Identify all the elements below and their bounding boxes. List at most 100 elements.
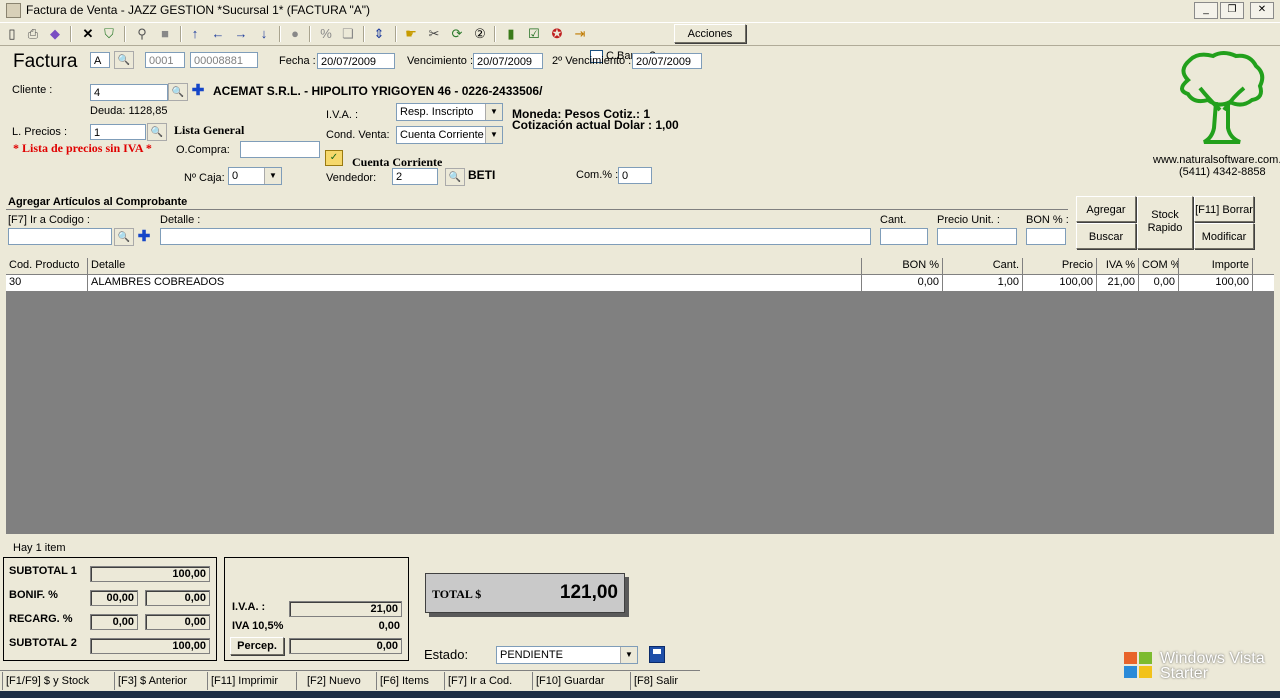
codigo-lookup-icon[interactable]: 🔍 <box>114 228 134 246</box>
lifebuoy-icon[interactable]: ✪ <box>549 26 565 42</box>
taskbar[interactable] <box>0 691 1280 698</box>
col-header-iva[interactable]: IVA % <box>1097 258 1139 274</box>
comision-field[interactable]: 0 <box>618 167 652 184</box>
buscar-button[interactable]: Buscar <box>1076 223 1136 249</box>
cliente-codigo-field[interactable]: 4 <box>90 84 168 101</box>
window-title: Factura de Venta - JAZZ GESTION *Sucursa… <box>26 3 370 17</box>
numero-field[interactable]: 00008881 <box>190 52 258 68</box>
checklist-icon[interactable]: ☑ <box>526 26 542 42</box>
estado-select[interactable]: PENDIENTE ▼ <box>496 646 638 664</box>
estado-label: Estado: <box>424 647 469 662</box>
cell-importe: 100,00 <box>1179 275 1253 291</box>
tipo-field[interactable]: A <box>90 52 110 68</box>
chevron-down-icon[interactable]: ▼ <box>620 647 637 663</box>
vencimiento-field[interactable]: 20/07/2009 <box>473 53 543 69</box>
cliente-label: Cliente : <box>12 84 53 96</box>
col-header-importe[interactable]: Importe <box>1179 258 1253 274</box>
borrar-button[interactable]: [F11] Borrar <box>1194 196 1254 222</box>
tools-icon[interactable]: ◆ <box>47 26 63 42</box>
vendedor-field[interactable]: 2 <box>392 168 438 185</box>
detalle-input[interactable] <box>160 228 871 245</box>
precio-input[interactable] <box>937 228 1017 245</box>
chevron-down-icon[interactable]: ▼ <box>485 127 502 143</box>
arrow-right-icon[interactable]: → <box>233 26 249 42</box>
copy-icon[interactable]: ❏ <box>340 26 356 42</box>
stock-rapido-button[interactable]: Stock Rapido <box>1137 196 1193 249</box>
bonif-pct-value[interactable]: 00,00 <box>90 590 138 606</box>
fkey-guardar[interactable]: [F10] Guardar <box>532 672 604 690</box>
col-header-cant[interactable]: Cant. <box>943 258 1023 274</box>
vendedor-lookup-icon[interactable]: 🔍 <box>445 168 465 186</box>
new-doc-icon[interactable]: ▯ <box>4 26 20 42</box>
arrow-up-icon[interactable]: ↑ <box>187 26 203 42</box>
agregar-button[interactable]: Agregar <box>1076 196 1136 222</box>
table-row[interactable]: 30 ALAMBRES COBREADOS 0,00 1,00 100,00 2… <box>6 275 1274 291</box>
separator <box>279 26 281 42</box>
divider <box>6 209 1068 210</box>
close-button[interactable]: ✕ <box>1250 2 1274 19</box>
bottle-icon[interactable]: ▮ <box>503 26 519 42</box>
search-icon[interactable]: ⚲ <box>134 26 150 42</box>
acciones-button[interactable]: Acciones <box>674 24 746 43</box>
tipo-lookup-icon[interactable]: 🔍 <box>114 51 134 69</box>
cond-venta-label: Cond. Venta: <box>326 129 390 141</box>
fkey-imprimir[interactable]: [F11] Imprimir <box>207 672 278 690</box>
save-icon[interactable] <box>649 646 665 663</box>
chevron-down-icon[interactable]: ▼ <box>485 104 502 120</box>
fkey-stock[interactable]: [F1/F9] $ y Stock <box>2 672 89 690</box>
minimize-button[interactable]: _ <box>1194 2 1218 19</box>
print-icon[interactable]: ⎙ <box>25 26 41 42</box>
percep-button[interactable]: Percep. <box>230 637 284 655</box>
iva-total-value: 21,00 <box>289 601 402 617</box>
col-header-bon[interactable]: BON % <box>862 258 943 274</box>
bon-input[interactable] <box>1026 228 1066 245</box>
subtotales-panel: SUBTOTAL 1 100,00 BONIF. % 00,00 0,00 RE… <box>3 557 217 661</box>
chevron-down-icon[interactable]: ▼ <box>264 168 281 184</box>
caja-value: 0 <box>232 170 239 182</box>
fkey-nuevo[interactable]: [F2] Nuevo <box>296 672 361 690</box>
expand-icon[interactable]: ⇕ <box>371 26 387 42</box>
lprecios-lookup-icon[interactable]: 🔍 <box>147 123 167 141</box>
fkey-salir[interactable]: [F8] Salir <box>630 672 678 690</box>
recarg-pct-value[interactable]: 0,00 <box>90 614 138 630</box>
folder-check-icon[interactable]: ✓ <box>325 150 343 166</box>
add-cliente-icon[interactable]: ✚ <box>191 83 205 98</box>
col-header-detalle[interactable]: Detalle <box>88 258 862 274</box>
codigo-input[interactable] <box>8 228 112 245</box>
delete-icon[interactable]: ✕ <box>80 26 96 42</box>
iva-select[interactable]: Resp. Inscripto ▼ <box>396 103 503 121</box>
col-header-com[interactable]: COM % <box>1139 258 1179 274</box>
ocompra-field[interactable] <box>240 141 320 158</box>
help-icon[interactable]: ② <box>472 26 488 42</box>
exit-door-icon[interactable]: ⇥ <box>572 26 588 42</box>
col-header-cod[interactable]: Cod. Producto <box>6 258 88 274</box>
add-articulo-icon[interactable]: ✚ <box>137 229 151 244</box>
shield-icon[interactable]: ⛉ <box>101 26 117 42</box>
maximize-button[interactable]: ❐ <box>1220 2 1244 19</box>
percent-icon[interactable]: % <box>318 26 334 42</box>
cell-iva: 21,00 <box>1097 275 1139 291</box>
fecha-field[interactable]: 20/07/2009 <box>317 53 395 69</box>
fkey-anterior[interactable]: [F3] $ Anterior <box>114 672 187 690</box>
cliente-lookup-icon[interactable]: 🔍 <box>168 83 188 101</box>
arrow-down-icon[interactable]: ↓ <box>256 26 272 42</box>
fkey-ircod[interactable]: [F7] Ir a Cod. <box>444 672 512 690</box>
vencimiento2-field[interactable]: 20/07/2009 <box>632 53 702 69</box>
record-icon[interactable]: ● <box>287 26 303 42</box>
cond-venta-select[interactable]: Cuenta Corriente ▼ <box>396 126 503 144</box>
fecha-label: Fecha : <box>279 55 316 67</box>
caja-select[interactable]: 0 ▼ <box>228 167 282 185</box>
scissors-icon[interactable]: ✂ <box>426 26 442 42</box>
items-grid[interactable]: Cod. Producto Detalle BON % Cant. Precio… <box>6 258 1274 534</box>
cant-input[interactable] <box>880 228 928 245</box>
refresh-icon[interactable]: ⟳ <box>449 26 465 42</box>
lprecios-field[interactable]: 1 <box>90 124 146 140</box>
hand-icon[interactable]: ☛ <box>403 26 419 42</box>
punto-venta-field[interactable]: 0001 <box>145 52 185 68</box>
arrow-left-icon[interactable]: ← <box>210 26 226 42</box>
col-header-precio[interactable]: Precio <box>1023 258 1097 274</box>
fkey-items[interactable]: [F6] Items <box>376 672 429 690</box>
modificar-button[interactable]: Modificar <box>1194 223 1254 249</box>
cell-cod: 30 <box>6 275 88 291</box>
stop-icon[interactable]: ■ <box>157 26 173 42</box>
